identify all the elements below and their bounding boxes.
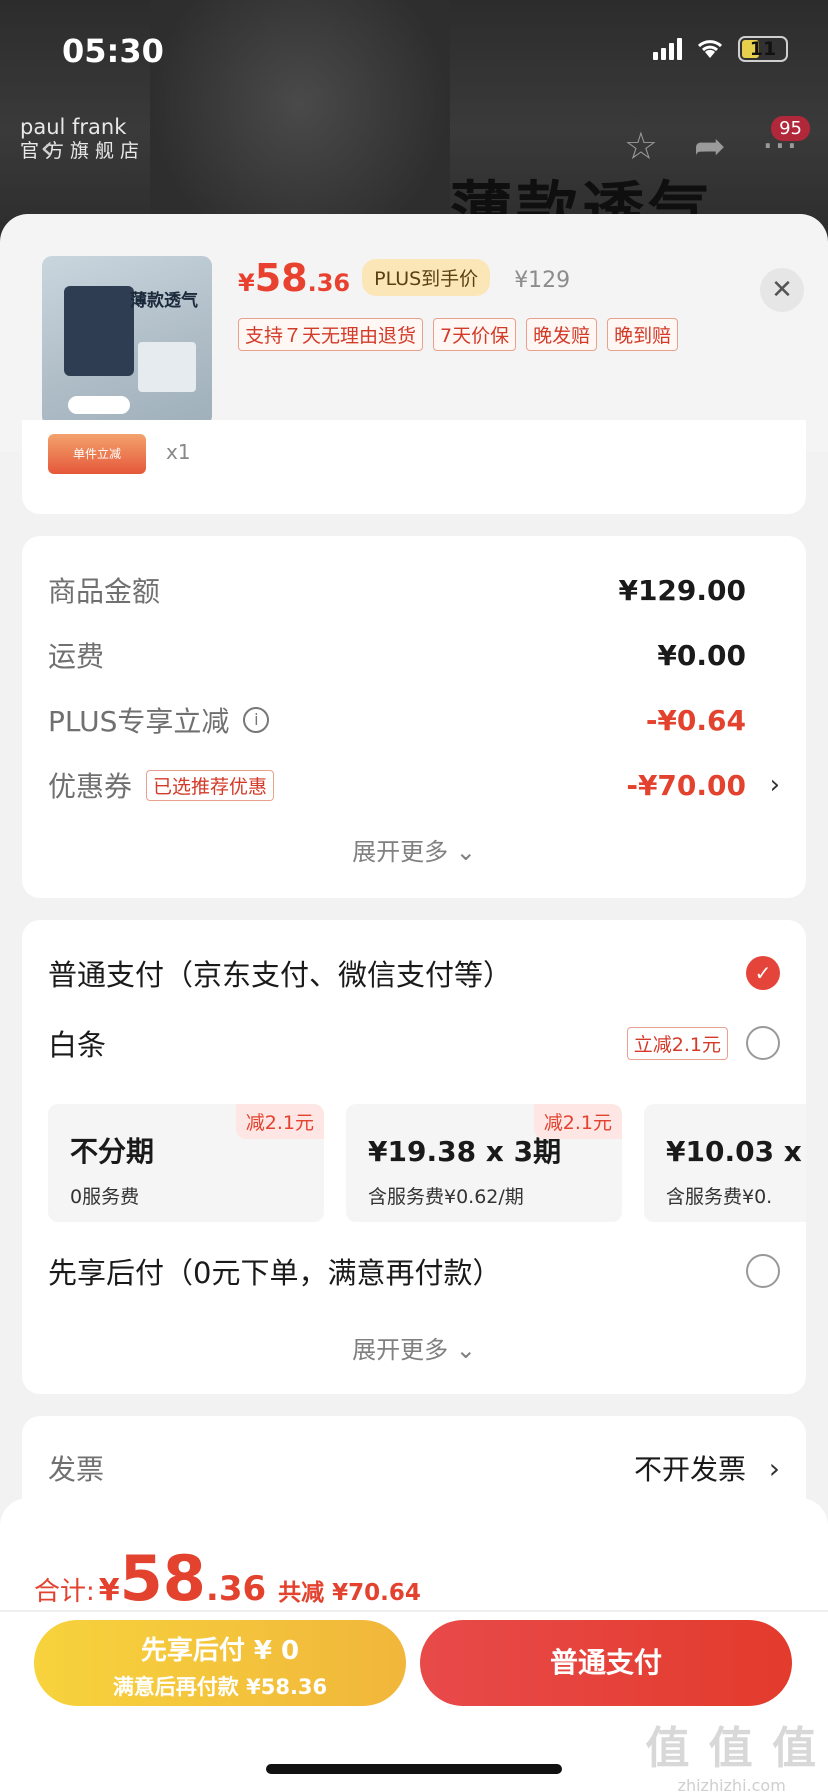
total-integer: 58 <box>119 1542 206 1615</box>
total-saved: 共减 ¥70.64 <box>278 1580 421 1606</box>
service-tag: 7天价保 <box>433 318 517 351</box>
wifi-icon <box>697 40 723 58</box>
product-header: 薄款透气 ¥ 58 .36 PLUS到手价 ¥129 ✕ 支持７天无理由退货 7… <box>0 214 828 452</box>
status-time: 05:30 <box>62 32 164 70</box>
row-label: 运费 <box>48 640 105 673</box>
installment-sub: 含服务费¥0. <box>666 1186 773 1208</box>
plus-discount-row: PLUS专享立减 i -¥0.64 <box>48 700 780 740</box>
payment-card: 普通支付（京东支付、微信支付等） ✓ 白条 立减2.1元 减2.1元 不分期 0… <box>22 920 806 1394</box>
signal-icon <box>653 38 682 60</box>
option-label: 普通支付（京东支付、微信支付等） <box>48 958 513 992</box>
expand-more-button[interactable]: 展开更多 ⌄ <box>22 832 806 867</box>
expand-more-button[interactable]: 展开更多 ⌄ <box>22 1330 806 1365</box>
thumb-tag: 薄款透气 <box>130 291 198 311</box>
service-tag: 晚到赔 <box>607 318 679 351</box>
cost-summary-card: 商品金额 ¥129.00 运费 ¥0.00 PLUS专享立减 i -¥0.64 … <box>22 536 806 898</box>
invoice-row[interactable]: 发票 不开发票 › <box>48 1448 780 1488</box>
watermark-logo: 值 值 值 <box>645 1723 818 1774</box>
gift-image: 单件立减 <box>48 434 146 474</box>
total-decimal: .36 <box>205 1569 267 1609</box>
pay-now-button[interactable]: 普通支付 <box>420 1620 792 1706</box>
watermark: 值 值 值 zhizhizhi.com <box>645 1712 818 1792</box>
pay-later-button[interactable]: 先享后付 ¥ 0 满意后再付款 ¥58.36 <box>34 1620 406 1706</box>
total-symbol: ¥ <box>98 1573 120 1608</box>
payment-baitiao-option[interactable]: 白条 立减2.1元 <box>48 1022 780 1064</box>
coupon-chip: 已选推荐优惠 <box>146 769 275 801</box>
original-price: ¥129 <box>514 268 571 293</box>
chevron-right-icon: › <box>768 1451 780 1485</box>
invoice-value: 不开发票 <box>633 1453 746 1486</box>
payment-later-option[interactable]: 先享后付（0元下单，满意再付款） <box>48 1250 780 1292</box>
installment-discount: 减2.1元 <box>533 1104 622 1139</box>
brand-store: 官方旗舰店 <box>20 140 146 162</box>
service-tag: 晚发赔 <box>526 318 598 351</box>
radio-icon[interactable] <box>746 1254 780 1288</box>
plus-price-badge: PLUS到手价 <box>362 259 491 296</box>
back-icon[interactable]: ‹ <box>40 128 54 168</box>
row-label: PLUS专享立减 <box>48 705 230 738</box>
option-label: 先享后付（0元下单，满意再付款） <box>48 1256 502 1290</box>
product-thumbnail: 薄款透气 <box>42 256 212 426</box>
shipping-row: 运费 ¥0.00 <box>48 635 780 675</box>
price-row: ¥ 58 .36 PLUS到手价 ¥129 <box>238 256 570 302</box>
radio-icon[interactable] <box>746 1026 780 1060</box>
installment-option[interactable]: 减2.1元 不分期 0服务费 <box>48 1104 324 1222</box>
brand-logo: paul frank 官方旗舰店 <box>20 115 145 163</box>
row-value: ¥0.00 <box>657 638 746 672</box>
total-row: 合计: ¥ 58 .36 共减 ¥70.64 <box>34 1542 421 1615</box>
checked-radio-icon[interactable]: ✓ <box>746 956 780 990</box>
row-value: -¥0.64 <box>645 703 746 737</box>
watermark-url: zhizhizhi.com <box>677 1776 786 1792</box>
row-label: 优惠券 <box>48 770 133 803</box>
service-tag: 支持７天无理由退货 <box>238 318 424 351</box>
installment-main: ¥10.03 x 6期 <box>666 1135 806 1168</box>
message-badge: 95 <box>771 116 810 141</box>
installment-sub: 0服务费 <box>70 1186 140 1208</box>
home-indicator <box>266 1764 562 1774</box>
close-button[interactable]: ✕ <box>760 268 804 312</box>
row-value: ¥129.00 <box>618 573 746 607</box>
price-decimal: .36 <box>307 269 351 297</box>
chevron-right-icon: › <box>769 770 780 800</box>
option-label: 白条 <box>48 1028 107 1062</box>
payment-normal-option[interactable]: 普通支付（京东支付、微信支付等） ✓ <box>48 952 780 994</box>
battery-icon: 11 <box>738 36 788 62</box>
installment-option[interactable]: 减2.1元 ¥19.38 x 3期 含服务费¥0.62/期 <box>346 1104 622 1222</box>
price-integer: 58 <box>254 256 308 300</box>
row-value: -¥70.00 <box>626 768 746 802</box>
star-icon[interactable]: ☆ <box>624 124 658 168</box>
installment-discount: 减2.1元 <box>235 1104 324 1139</box>
battery-level: 11 <box>749 38 777 60</box>
installment-carousel: 减2.1元 不分期 0服务费 减2.1元 ¥19.38 x 3期 含服务费¥0.… <box>48 1104 806 1222</box>
goods-amount-row: 商品金额 ¥129.00 <box>48 570 780 610</box>
share-icon[interactable]: ➦ <box>694 124 726 168</box>
invoice-label: 发票 <box>48 1453 105 1486</box>
installment-option[interactable]: ¥10.03 x 6期 含服务费¥0. <box>644 1104 806 1222</box>
item-card: 单件立减 x1 <box>22 420 806 514</box>
status-icons: 11 <box>653 36 788 62</box>
checkout-bar: 合计: ¥ 58 .36 共减 ¥70.64 先享后付 ¥ 0 满意后再付款 ¥… <box>0 1498 828 1792</box>
item-quantity: x1 <box>166 440 191 464</box>
service-tags: 支持７天无理由退货 7天价保 晚发赔 晚到赔 <box>238 318 679 351</box>
pay-later-title: 先享后付 ¥ 0 <box>140 1636 300 1666</box>
coupon-row[interactable]: 优惠券 已选推荐优惠 -¥70.00 › <box>48 765 780 805</box>
baitiao-discount-chip: 立减2.1元 <box>626 1026 728 1060</box>
total-label: 合计: <box>34 1577 95 1607</box>
price-symbol: ¥ <box>238 269 255 297</box>
pay-later-subtitle: 满意后再付款 ¥58.36 <box>112 1675 328 1699</box>
info-icon[interactable]: i <box>243 707 270 733</box>
installment-sub: 含服务费¥0.62/期 <box>368 1186 524 1208</box>
brand-name: paul frank <box>20 115 127 139</box>
row-label: 商品金额 <box>48 575 161 608</box>
